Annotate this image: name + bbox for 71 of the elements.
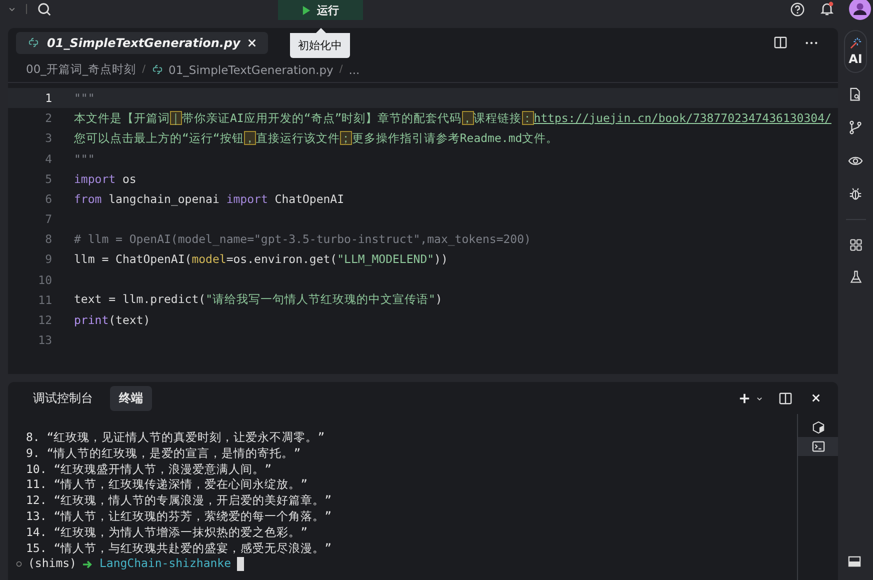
line-number: 4 xyxy=(44,152,53,166)
line-number: 10 xyxy=(37,272,53,287)
code-line: # llm = OpenAI(model_name="gpt-3.5-turbo-instruct",max_tokens=200) xyxy=(74,232,531,246)
tooltip: 初始化中 xyxy=(290,28,350,58)
terminal-env: (shims) xyxy=(28,556,76,572)
code-line: llm = ChatOpenAI(model=os.environ.get("LLM_MODELEND")) xyxy=(74,252,448,266)
close-icon[interactable] xyxy=(812,394,820,402)
line-number: 9 xyxy=(44,252,53,266)
terminal-output-line: 10. “红玫瑰盛开情人节，浪漫爱意满人间。” xyxy=(26,462,273,478)
grid-icon[interactable] xyxy=(848,238,862,252)
sparkle-wand-icon xyxy=(848,36,862,50)
line-number: 8 xyxy=(44,232,53,246)
terminal-list-item[interactable] xyxy=(798,437,838,456)
close-icon[interactable] xyxy=(248,38,256,47)
file-tab[interactable]: 01_SimpleTextGeneration.py xyxy=(16,32,268,54)
ai-button[interactable]: AI xyxy=(844,30,868,73)
python-file-icon xyxy=(28,37,39,48)
code-line: print(text) xyxy=(74,313,150,328)
line-number: 11 xyxy=(37,292,53,307)
bell-icon[interactable] xyxy=(819,1,835,17)
panel-tab[interactable]: 终端 xyxy=(110,386,152,410)
line-number: 12 xyxy=(37,313,53,328)
line-number: 6 xyxy=(44,192,53,206)
breadcrumb-item[interactable]: ... xyxy=(348,62,360,77)
arrow-right-icon xyxy=(82,560,94,569)
code-line: import os xyxy=(74,172,136,186)
search-icon[interactable] xyxy=(37,2,52,16)
bug-icon[interactable] xyxy=(848,186,863,201)
terminal-output-line: 12. “红玫瑰，情人节的专属浪漫，开启爱的美好篇章。” xyxy=(26,493,333,509)
plus-icon[interactable] xyxy=(739,392,750,404)
breadcrumb-item[interactable]: 00_开篇词_奇点时刻 xyxy=(26,62,136,78)
breadcrumb-separator: / xyxy=(339,64,343,76)
terminal-output-line: 8. “红玫瑰，见证情人节的真爱时刻，让爱永不凋零。” xyxy=(26,430,326,446)
line-number: 5 xyxy=(44,172,53,186)
breadcrumb-item[interactable]: 01_SimpleTextGeneration.py xyxy=(168,62,334,77)
terminal-cursor xyxy=(237,557,244,572)
panel-tab[interactable]: 调试控制台 xyxy=(24,386,102,410)
document-search-icon[interactable] xyxy=(848,86,863,102)
code-line: """ xyxy=(74,90,95,105)
terminal-icon xyxy=(812,440,824,453)
terminal-output-line: 15. “情人节，与红玫瑰共赴爱的盛宴，感受无尽浪漫。” xyxy=(26,540,333,556)
python-file-icon xyxy=(152,64,163,76)
chevron-down-icon[interactable] xyxy=(756,394,763,402)
terminal-directory: LangChain-shizhanke xyxy=(99,556,232,572)
code-line: """ xyxy=(74,152,95,166)
code-line: from langchain_openai import ChatOpenAI xyxy=(74,192,344,206)
line-number: 13 xyxy=(37,333,53,348)
line-number: 1 xyxy=(44,90,53,105)
more-icon[interactable] xyxy=(805,40,818,45)
terminal-output-line: 13. “情人节，让红玫瑰的芬芳，萦绕爱的每一个角落。” xyxy=(26,508,333,525)
line-number: 2 xyxy=(44,111,53,126)
code-line: 您可以点击最上方的“运行“按钮，直接运行该文件；更多操作指引请参考Readme.md文件。 xyxy=(74,130,558,146)
split-panel-icon[interactable] xyxy=(779,392,792,404)
avatar-icon[interactable] xyxy=(849,0,871,20)
cube-icon xyxy=(812,421,824,434)
breadcrumb-separator: / xyxy=(142,64,146,76)
split-editor-icon[interactable] xyxy=(774,36,787,50)
play-icon xyxy=(302,6,311,14)
line-number: 3 xyxy=(44,131,53,146)
tab-label: 01_SimpleTextGeneration.py xyxy=(47,36,240,50)
line-number: 7 xyxy=(44,212,53,226)
terminal-output-line: 11. “情人节，红玫瑰传递深情，爱在心间永绽放。” xyxy=(26,477,309,494)
branch-icon[interactable] xyxy=(848,120,863,135)
run-button[interactable]: 运行 xyxy=(278,0,363,20)
help-icon[interactable] xyxy=(790,2,805,16)
flask-icon[interactable] xyxy=(848,270,862,284)
status-circle-icon xyxy=(16,561,22,568)
code-line: text = llm.predict("请给我写一句情人节红玫瑰的中文宣传语") xyxy=(74,292,442,308)
terminal-output-line: 14. “红玫瑰，为情人节增添一抹炽热的爱之色彩。” xyxy=(26,524,309,541)
panel-toggle-icon[interactable] xyxy=(848,555,861,568)
terminal-output-line: 9. “情人节的红玫瑰，是爱的宣言，是情的寄托。” xyxy=(26,446,302,462)
